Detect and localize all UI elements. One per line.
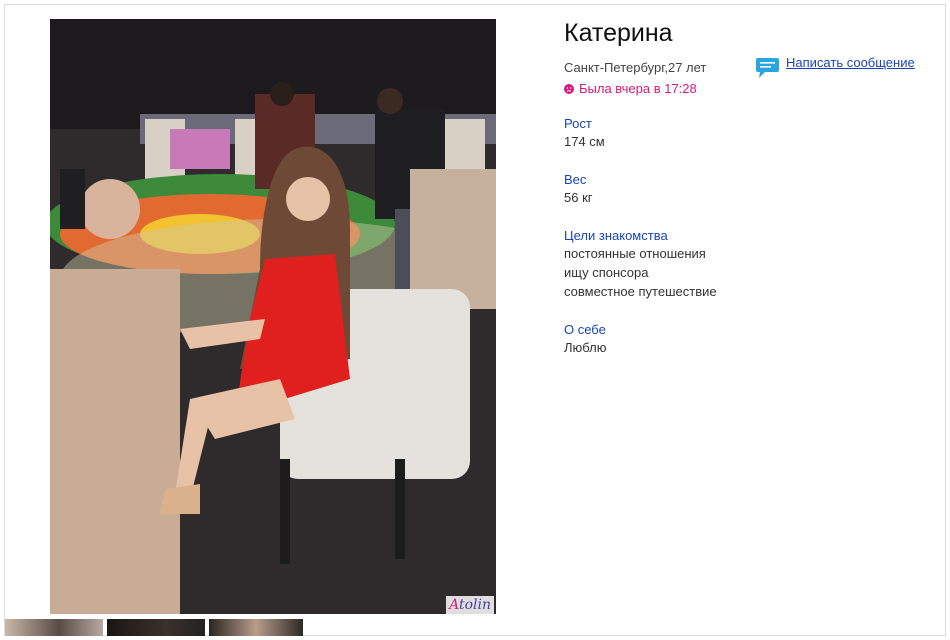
photo-thumbnails bbox=[5, 619, 303, 636]
detail-dating-goals: Цели знакомства постоянные отношения ищу… bbox=[564, 227, 934, 301]
detail-label: Рост bbox=[564, 116, 592, 131]
detail-value: ищу спонсора bbox=[564, 265, 649, 280]
detail-label: Вес bbox=[564, 172, 587, 187]
photo-illustration bbox=[50, 19, 496, 614]
write-message-button[interactable]: Написать сообщение bbox=[755, 55, 915, 81]
detail-about: О себе Люблю bbox=[564, 321, 934, 357]
detail-value: Люблю bbox=[564, 340, 607, 355]
detail-height: Рост 174 см bbox=[564, 115, 934, 151]
photo-watermark: Atolin bbox=[446, 596, 494, 614]
detail-value: постоянные отношения bbox=[564, 246, 706, 261]
detail-label: Цели знакомства bbox=[564, 228, 668, 243]
photo-thumbnail[interactable] bbox=[209, 619, 303, 636]
detail-value: 56 кг bbox=[564, 190, 593, 205]
main-profile-photo[interactable]: Atolin bbox=[50, 19, 496, 614]
profile-name: Катерина bbox=[564, 19, 673, 47]
sad-face-icon bbox=[564, 83, 574, 94]
write-message-link[interactable]: Написать сообщение bbox=[786, 55, 915, 71]
photo-thumbnail[interactable] bbox=[5, 619, 103, 636]
last-seen-status: Была вчера в 17:28 bbox=[564, 81, 934, 96]
detail-label: О себе bbox=[564, 322, 606, 337]
detail-weight: Вес 56 кг bbox=[564, 171, 934, 207]
detail-value: 174 см bbox=[564, 134, 605, 149]
photo-thumbnail[interactable] bbox=[107, 619, 205, 636]
last-seen-text: Была вчера в 17:28 bbox=[579, 81, 697, 96]
detail-value: совместное путешествие bbox=[564, 284, 717, 299]
chat-bubble-icon bbox=[756, 58, 779, 78]
